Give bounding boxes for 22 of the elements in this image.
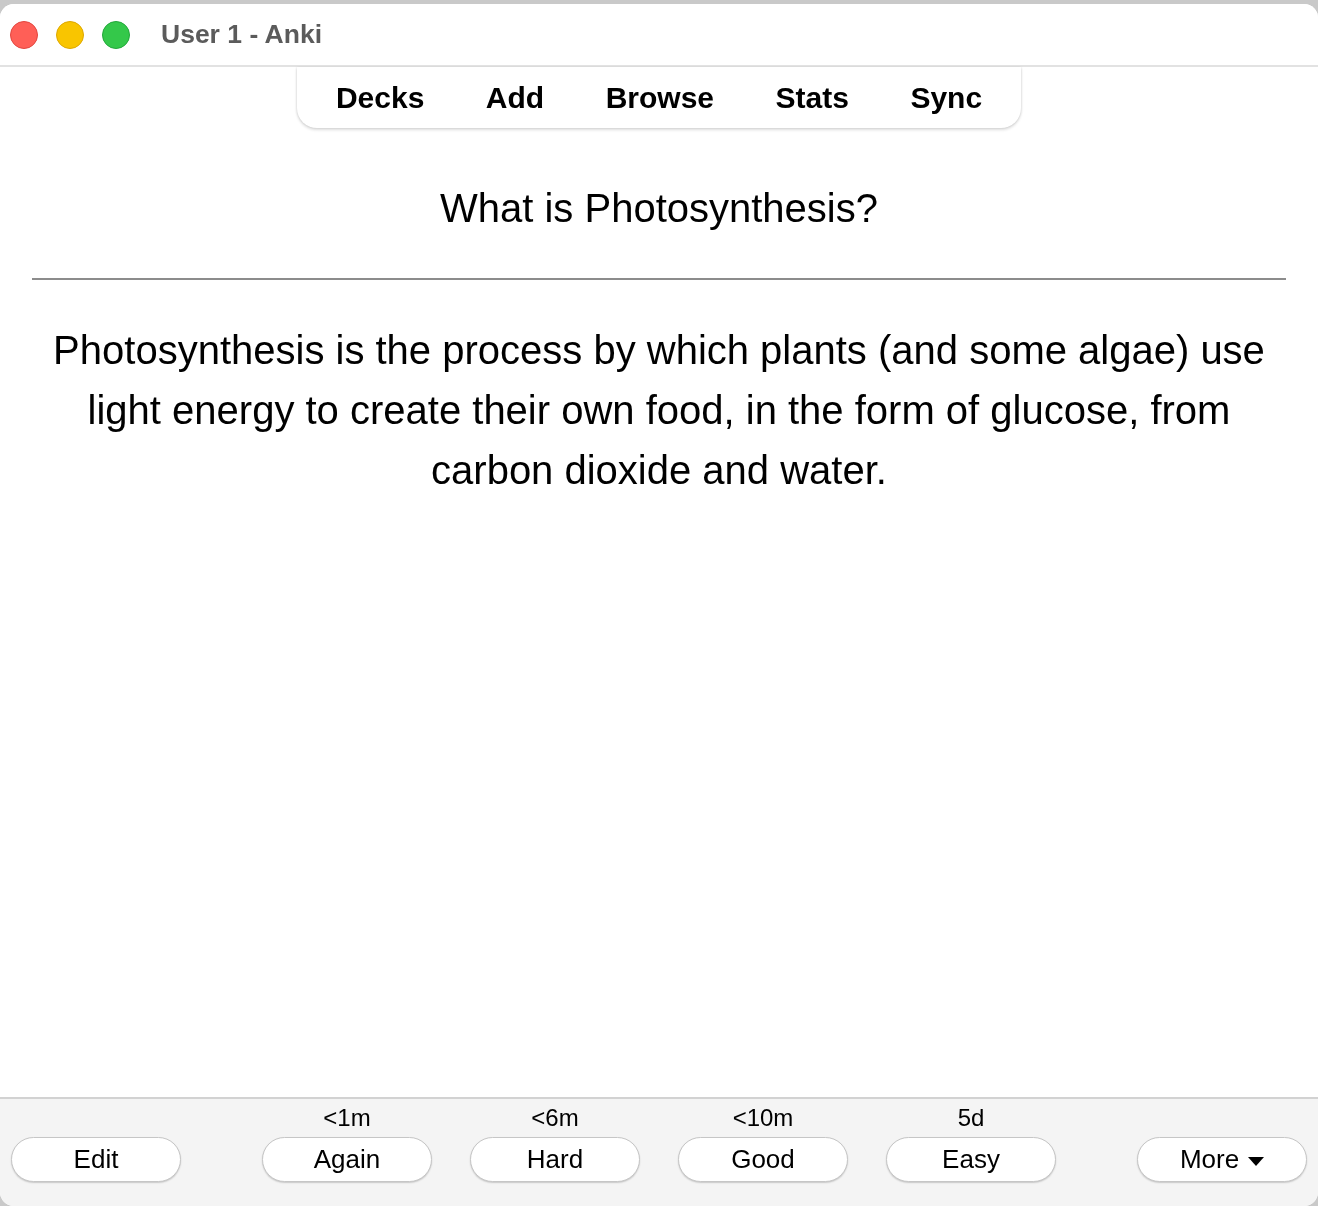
interval-label: <6m <box>531 1104 579 1132</box>
answer-button[interactable]: Hard <box>470 1137 640 1182</box>
answer-button[interactable]: Again <box>262 1137 432 1182</box>
toolbar-link[interactable]: Browse <box>605 79 714 116</box>
toolbar-link[interactable]: Sync <box>910 79 983 116</box>
toolbar-link[interactable]: Decks <box>335 79 425 116</box>
answer-button[interactable]: Good <box>678 1137 848 1182</box>
more-button[interactable]: More <box>1137 1137 1307 1182</box>
card-question: What is Photosynthesis? <box>440 185 878 232</box>
zoom-button[interactable] <box>102 20 130 49</box>
window-title: User 1 - Anki <box>161 19 323 50</box>
interval-label: <10m <box>732 1104 794 1132</box>
close-button[interactable] <box>10 20 38 49</box>
edit-button[interactable]: Edit <box>11 1137 181 1182</box>
caret-icon <box>1248 1156 1265 1166</box>
interval-label: 5d <box>957 1104 985 1132</box>
toolbar-link[interactable]: Add <box>485 79 545 116</box>
minimize-button[interactable] <box>56 20 84 49</box>
toolbar-link[interactable]: Stats <box>775 79 849 116</box>
card-answer: Photosynthesis is the process by which plants (and some algae) use light energy to create their own food, in the form of glucose, from carbon dioxide and water. <box>52 327 1266 494</box>
answer-button[interactable]: Easy <box>886 1137 1056 1182</box>
interval-label: <1m <box>323 1104 371 1132</box>
